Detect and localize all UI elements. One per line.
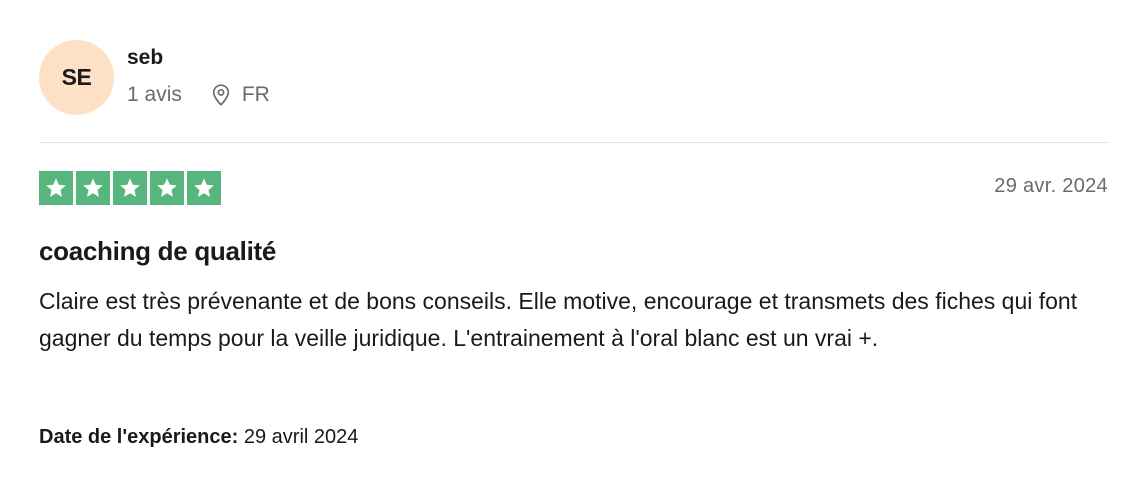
review-card: SE seb 1 avis FR 29 avr. 2024 coaching d… xyxy=(0,0,1146,480)
star-rating xyxy=(39,171,221,205)
experience-date: Date de l'expérience: 29 avril 2024 xyxy=(39,426,358,449)
review-title[interactable]: coaching de qualité xyxy=(39,236,276,267)
review-date: 29 avr. 2024 xyxy=(994,175,1108,197)
review-body: Claire est très prévenante et de bons co… xyxy=(39,288,1078,351)
star-icon xyxy=(39,171,73,205)
location-pin-icon xyxy=(210,83,232,107)
review-count: 1 avis xyxy=(127,83,182,106)
reviewer-country: FR xyxy=(241,83,270,106)
reviewer-meta: 1 avis FR xyxy=(127,83,270,107)
experience-date-value: 29 avril 2024 xyxy=(243,426,359,448)
star-icon xyxy=(113,171,147,205)
avatar[interactable]: SE xyxy=(39,40,114,115)
divider xyxy=(39,142,1109,143)
avatar-initials: SE xyxy=(61,64,92,90)
experience-label: Date de l'expérience: xyxy=(39,426,239,448)
star-icon xyxy=(76,171,110,205)
reviewer-name[interactable]: seb xyxy=(127,46,163,70)
star-icon xyxy=(187,171,221,205)
star-icon xyxy=(150,171,184,205)
